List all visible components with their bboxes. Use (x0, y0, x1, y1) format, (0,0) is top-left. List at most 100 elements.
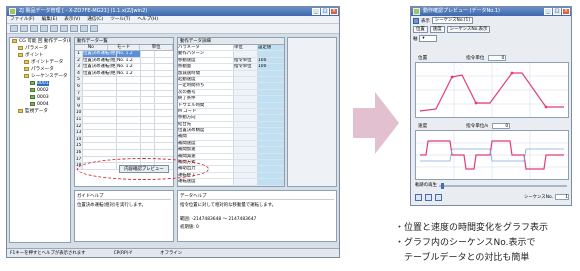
rewind-icon[interactable] (415, 193, 422, 201)
slider-track[interactable] (439, 185, 567, 187)
row-flag[interactable] (141, 149, 155, 156)
row-flag[interactable] (141, 103, 155, 110)
maximize-button[interactable]: □ (553, 8, 561, 15)
stop-icon[interactable] (435, 193, 442, 201)
detail-value[interactable] (258, 121, 284, 128)
row-unit[interactable] (117, 149, 141, 156)
maximize-button[interactable]: □ (321, 8, 329, 15)
row-mode[interactable]: 位置決め運転(絶対) (83, 64, 117, 70)
table-row[interactable]: 1位置決め運転(絶対)No. 1.2 (75, 51, 173, 58)
row-flag[interactable] (141, 51, 155, 57)
cut-icon[interactable] (50, 25, 58, 32)
open-folder-icon[interactable] (20, 25, 28, 32)
row-mode[interactable] (83, 110, 117, 116)
tree-node[interactable]: ポイントデータ (10, 59, 70, 66)
row-flag[interactable] (141, 57, 155, 64)
new-file-icon[interactable] (10, 25, 18, 32)
tree-node[interactable]: 0001 (10, 80, 70, 87)
paste-icon[interactable] (70, 25, 78, 32)
table-row[interactable]: 11 (75, 116, 173, 124)
row-unit[interactable] (117, 110, 141, 116)
table-row[interactable]: 12 (75, 123, 173, 131)
row-unit[interactable]: No. 1.2 (117, 57, 141, 64)
row-flag[interactable] (141, 77, 155, 83)
row-unit[interactable]: No. 1.2 (117, 70, 141, 77)
detail-value[interactable] (258, 108, 284, 115)
row-unit[interactable] (117, 103, 141, 110)
row-mode[interactable] (83, 136, 117, 143)
detail-value[interactable]: 設定値 (258, 45, 284, 51)
menu-file[interactable]: ファイル(F) (10, 16, 35, 23)
row-unit[interactable] (117, 116, 141, 123)
tab-sequence-number[interactable]: シーケンスNo.表示 (446, 26, 491, 33)
row-unit[interactable] (117, 143, 141, 149)
table-row[interactable]: 13 (75, 130, 173, 137)
row-flag[interactable] (141, 123, 155, 130)
detail-value[interactable] (258, 51, 284, 57)
menu-edit[interactable]: 編集(E) (42, 16, 58, 23)
table-row[interactable]: 6 (75, 83, 173, 91)
detail-value[interactable] (258, 70, 284, 76)
table-row[interactable]: 15 (75, 143, 173, 150)
column-header[interactable]: No (75, 45, 108, 50)
row-unit[interactable]: No. 1.2 (117, 51, 141, 57)
table-row[interactable]: 9 (75, 103, 173, 111)
detail-value[interactable] (258, 83, 284, 89)
tree-node[interactable]: CG 可能 回 動作データ(Program) - C2 (10, 38, 70, 45)
detail-value[interactable]: 100 (258, 64, 284, 70)
detail-value[interactable] (258, 153, 284, 160)
detail-value[interactable]: 100 (258, 57, 284, 64)
minimize-button[interactable]: _ (544, 8, 552, 15)
table-row[interactable]: 8 (75, 97, 173, 104)
row-flag[interactable] (141, 70, 155, 77)
tree-node[interactable]: パラメータ (10, 45, 70, 52)
print-icon[interactable] (40, 25, 48, 32)
table-row[interactable]: 14 (75, 136, 173, 144)
table-row[interactable]: 16 (75, 149, 173, 157)
tree-node[interactable]: 監視データ (10, 108, 70, 115)
axis-select[interactable]: ▾ (419, 35, 438, 42)
column-header[interactable]: モード (108, 45, 141, 50)
row-flag[interactable] (141, 83, 155, 90)
minimize-button[interactable]: _ (312, 8, 320, 15)
row-mode[interactable] (83, 77, 117, 83)
row-flag[interactable] (141, 143, 155, 149)
copy-icon[interactable] (60, 25, 68, 32)
row-mode[interactable] (83, 149, 117, 156)
detail-value[interactable] (258, 128, 284, 134)
menu-view[interactable]: 表示(V) (64, 16, 80, 23)
row-mode[interactable]: 位置決め運転(絶対) (83, 70, 117, 77)
row-unit[interactable] (117, 123, 141, 130)
detail-value[interactable] (258, 102, 284, 108)
detail-value[interactable] (258, 179, 284, 185)
row-unit[interactable] (117, 97, 141, 103)
table-row[interactable]: 3位置決め運転(絶対)No. 1.2 (75, 64, 173, 71)
detail-value[interactable] (258, 166, 284, 172)
menu-help[interactable]: ヘルプ(H) (137, 16, 158, 23)
save-icon[interactable] (30, 25, 38, 32)
detail-value[interactable] (258, 147, 284, 153)
column-header[interactable]: 単位 (140, 45, 173, 50)
row-mode[interactable] (83, 130, 117, 136)
detail-row[interactable]: 運転速度 (178, 179, 284, 186)
row-mode[interactable] (83, 90, 117, 97)
slider-thumb[interactable] (441, 183, 444, 189)
tree-node[interactable]: 0004 (10, 101, 70, 108)
row-unit[interactable] (117, 136, 141, 143)
row-unit[interactable] (117, 83, 141, 90)
close-button[interactable]: × (330, 8, 338, 15)
row-mode[interactable] (83, 97, 117, 103)
row-mode[interactable] (83, 123, 117, 130)
table-row[interactable]: 7 (75, 90, 173, 98)
row-flag[interactable] (141, 116, 155, 123)
detail-value[interactable] (258, 76, 284, 83)
row-unit[interactable]: No. 1.2 (117, 64, 141, 70)
tree-node[interactable]: シーケンスデータ (10, 73, 70, 80)
row-flag[interactable] (141, 97, 155, 103)
detail-value[interactable] (258, 96, 284, 102)
row-unit[interactable] (117, 77, 141, 83)
detail-value[interactable] (258, 115, 284, 121)
menu-communication[interactable]: 通信(C) (87, 16, 103, 23)
tab-velocity[interactable]: 速度 (429, 26, 445, 33)
row-unit[interactable] (117, 130, 141, 136)
